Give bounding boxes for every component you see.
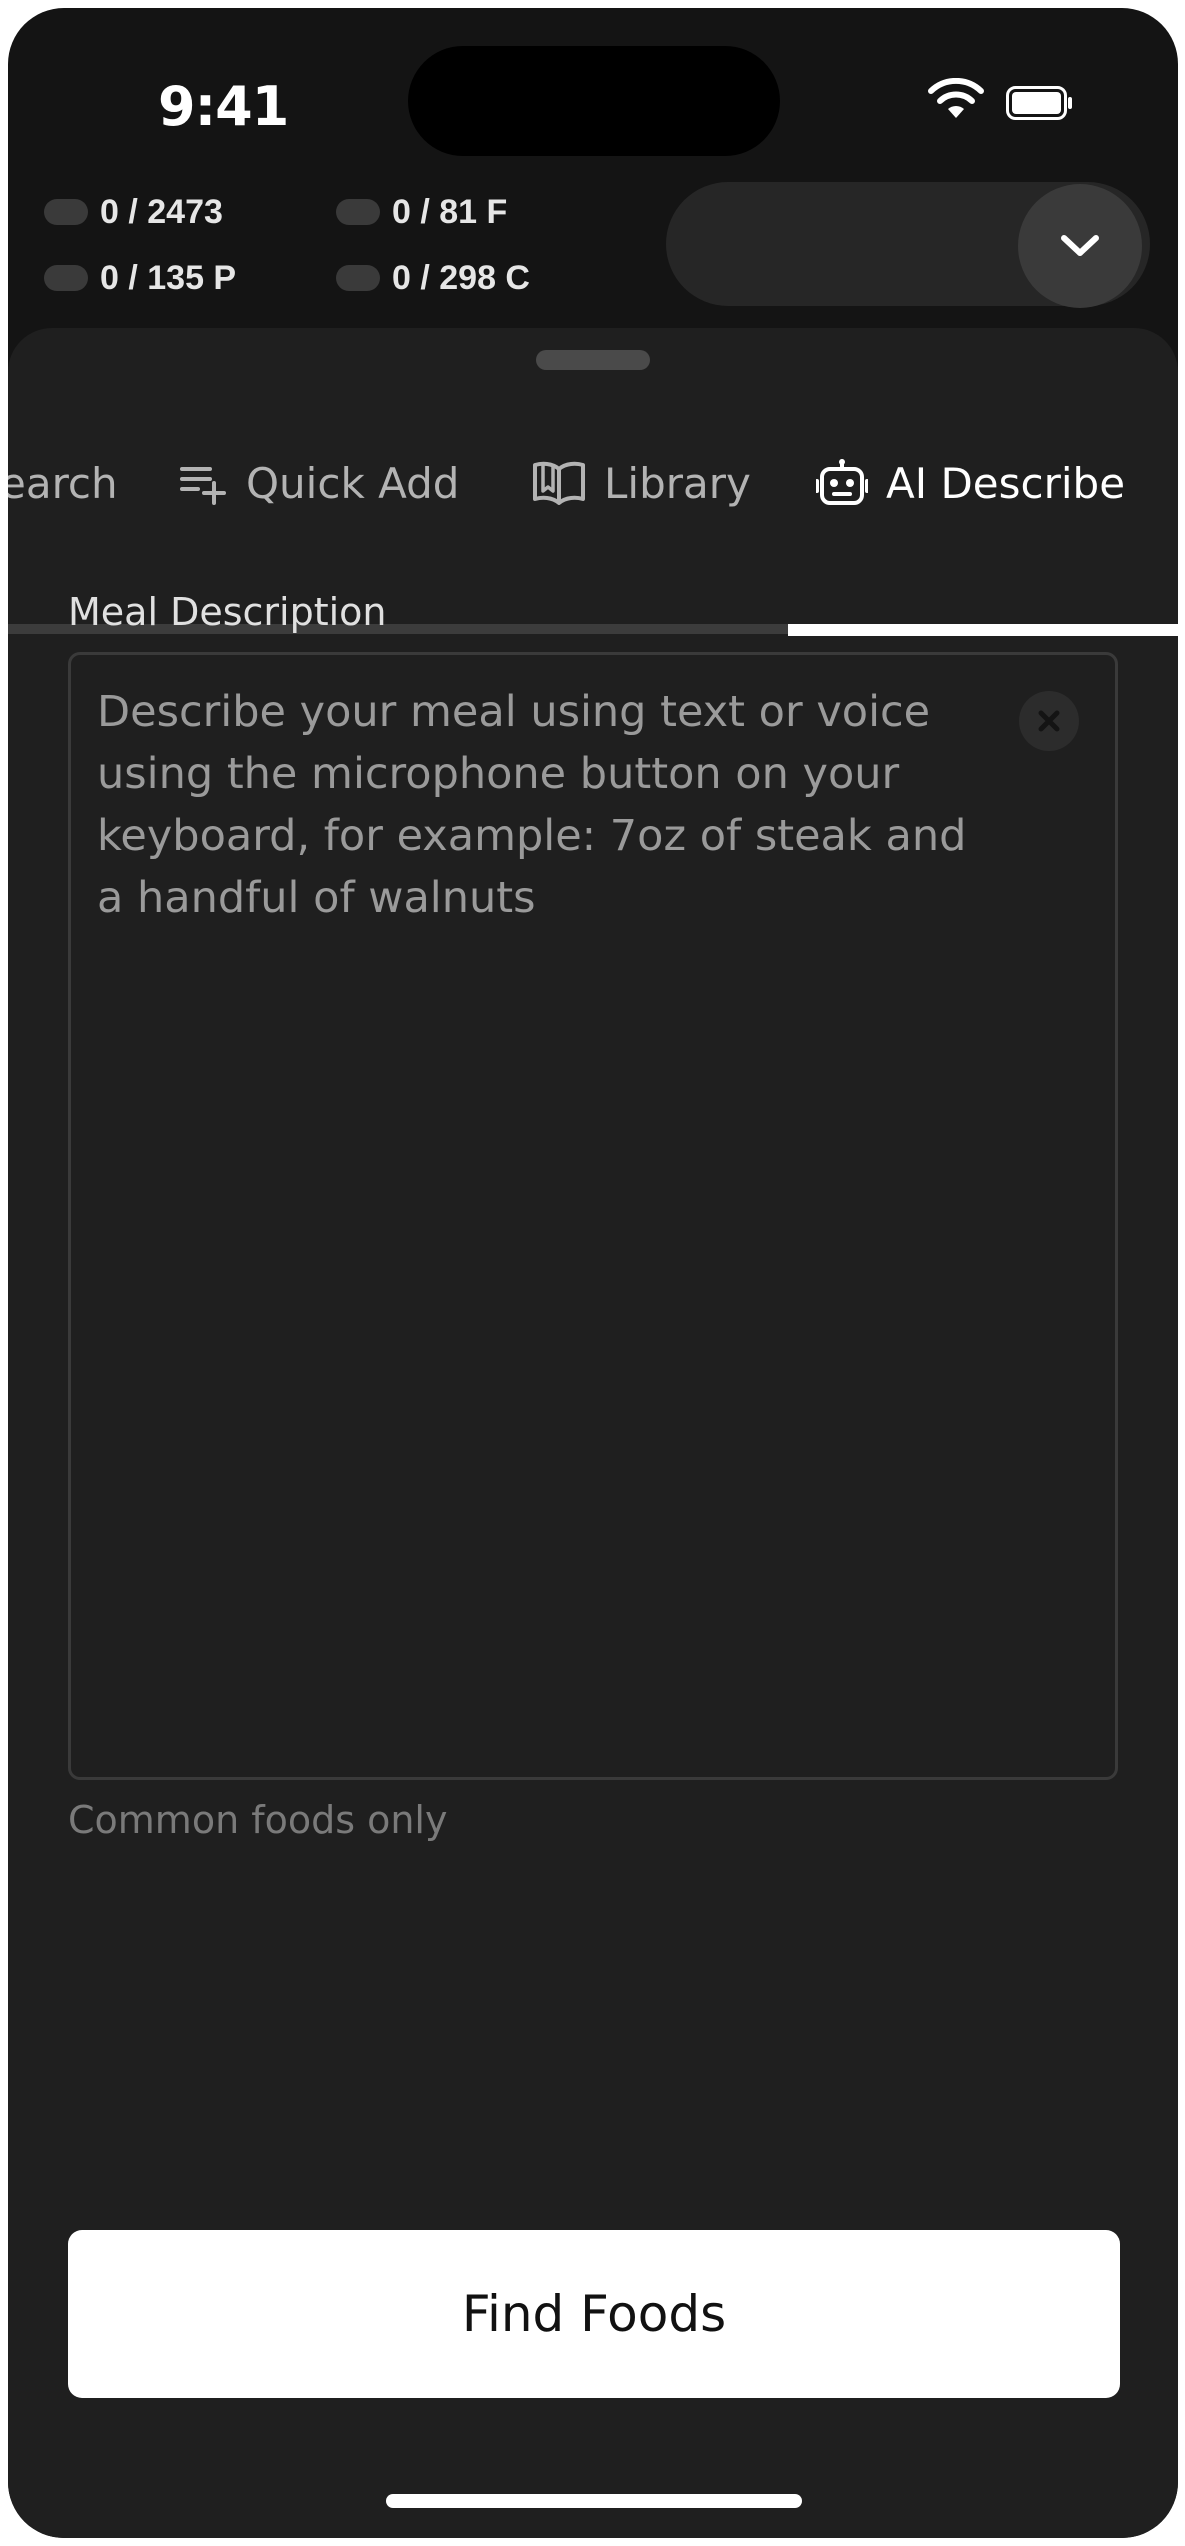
macro-fat: 0 / 81 F (336, 192, 507, 232)
meal-description-label: Meal Description (68, 590, 387, 634)
tab-search[interactable]: earch (8, 428, 118, 538)
tab-quick-add-label: Quick Add (246, 458, 460, 508)
clear-button[interactable] (1019, 691, 1079, 751)
robot-icon (816, 459, 868, 505)
tab-library-label: Library (604, 458, 751, 508)
tab-ai-describe-label: AI Describe (886, 458, 1126, 508)
tab-bar: earch Quick Add Library AI Describe (8, 428, 1178, 636)
macro-protein: 0 / 135 P (44, 258, 236, 298)
playlist-add-icon (180, 467, 226, 505)
tab-library[interactable]: Library (532, 428, 751, 538)
close-icon (1038, 710, 1060, 732)
protein-progress-pill (44, 265, 88, 291)
chevron-down-icon (1061, 235, 1099, 256)
tab-search-label: earch (8, 458, 118, 508)
book-open-icon (533, 461, 585, 505)
meal-description-input[interactable] (97, 681, 997, 1741)
dynamic-island (408, 46, 780, 156)
fat-progress-pill (336, 199, 380, 225)
macro-protein-text: 0 / 135 P (100, 258, 237, 297)
active-tab-indicator (788, 624, 1178, 636)
wifi-icon (928, 78, 984, 118)
meal-description-box (68, 652, 1118, 1780)
macro-calories: 0 / 2473 (44, 192, 223, 232)
battery-icon (1006, 86, 1072, 120)
calories-progress-pill (44, 199, 88, 225)
macro-carbs: 0 / 298 C (336, 258, 530, 298)
tab-quick-add[interactable]: Quick Add (180, 428, 459, 538)
macro-calories-text: 0 / 2473 (100, 192, 223, 231)
find-foods-button[interactable]: Find Foods (68, 2230, 1120, 2398)
tab-ai-describe[interactable]: AI Describe (816, 428, 1125, 538)
phone-screen: 9:41 0 / 2473 0 / 135 P 0 / 81 F 0 / 298… (8, 8, 1178, 2538)
collapse-button[interactable] (1018, 184, 1142, 308)
macro-carbs-text: 0 / 298 C (392, 258, 530, 297)
sheet-grabber[interactable] (536, 350, 650, 370)
status-time: 9:41 (158, 75, 289, 138)
helper-text: Common foods only (68, 1798, 448, 1842)
carbs-progress-pill (336, 265, 380, 291)
macro-fat-text: 0 / 81 F (392, 192, 508, 231)
home-indicator (386, 2494, 802, 2508)
food-sheet: earch Quick Add Library AI Describe Meal… (8, 328, 1178, 2538)
